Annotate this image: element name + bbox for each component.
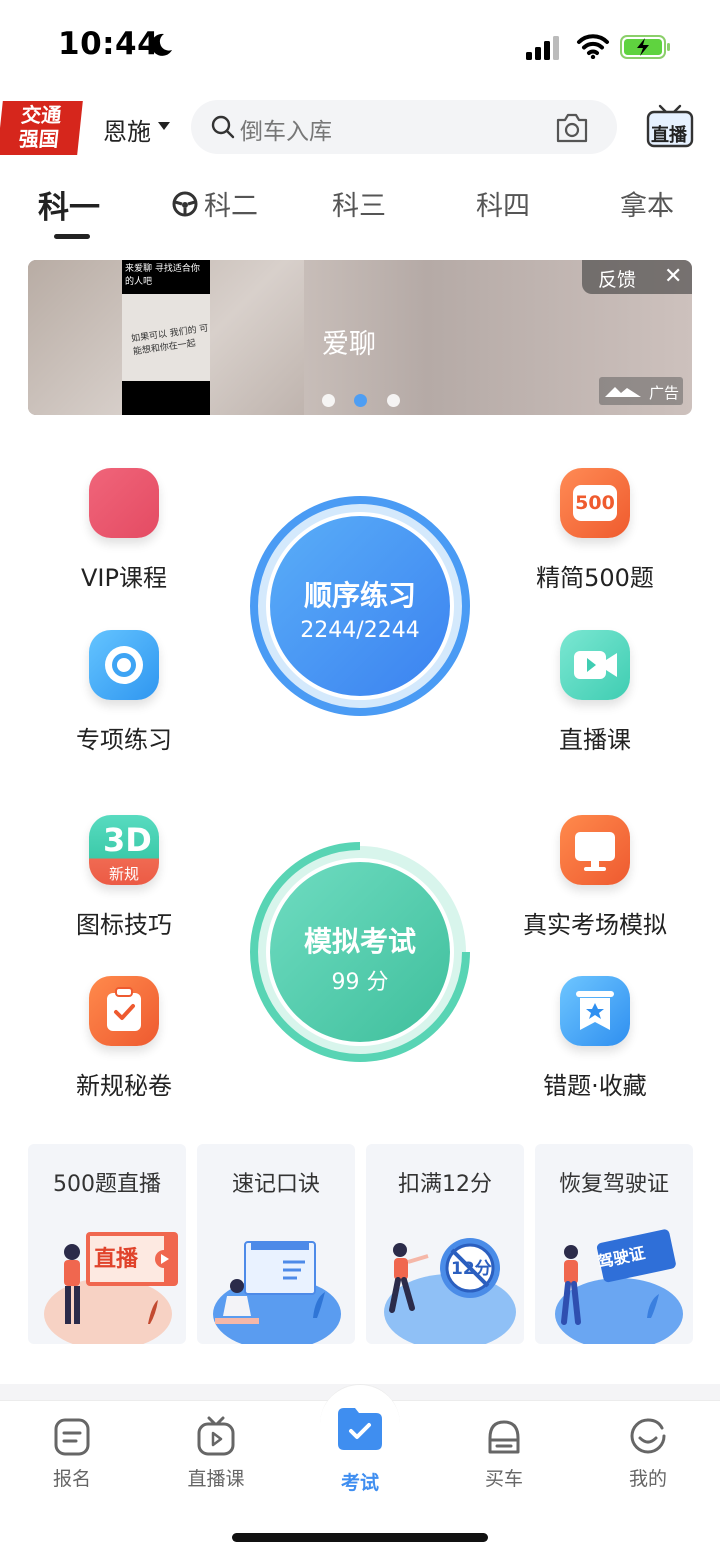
tab-subject-1[interactable]: 科一 [38,182,100,227]
home-indicator [232,1533,488,1542]
vip-course-button[interactable]: VIP课程 [34,468,214,593]
car-icon [488,1420,520,1454]
study-illustration [213,1241,341,1344]
banner-photo: 来爱聊 寻找适合你的人吧 如果可以 我们的 可能想和你在一起 [28,260,304,415]
tab-subject-4[interactable]: 科四 [476,184,530,223]
card-12-points[interactable]: 扣满12分 12分 [366,1144,524,1344]
12-points-illustration [384,1238,516,1344]
card-mnemonic[interactable]: 速记口诀 [197,1144,355,1344]
sign-tips-button[interactable]: 3D 新规 图标技巧 [34,815,214,940]
wrong-favorites-button[interactable]: 错题·收藏 [505,976,685,1101]
live-course-button[interactable]: 直播课 [505,630,685,755]
register-icon [54,1418,90,1456]
practice-title: 顺序练习 [303,579,416,612]
monitor-icon [560,815,630,885]
jingjian-500-button[interactable]: 500 精简500题 [505,468,685,593]
steering-wheel-icon [172,191,198,217]
carousel-dot-2[interactable] [354,394,367,407]
search-input[interactable]: 倒车入库 [240,112,332,146]
app-logo[interactable]: 交通 强国 [0,101,83,155]
license-illustration [555,1229,683,1344]
nav-exam[interactable]: 考试 [305,1404,415,1495]
card-restore-license[interactable]: 恢复驾驶证 驾驶证 [535,1144,693,1344]
real-exam-sim-button[interactable]: 真实考场模拟 [505,815,685,940]
vip-icon [89,468,159,538]
exam-score: 99 分 [331,970,389,995]
banner-inner-image: 来爱聊 寻找适合你的人吧 如果可以 我们的 可能想和你在一起 [122,260,210,415]
tab-subject-2[interactable]: 科二 [204,184,258,223]
carousel-dot-1[interactable] [322,394,335,407]
live-stream-illustration [44,1232,178,1344]
nav-register[interactable]: 报名 [17,1416,127,1491]
profile-smile-icon [630,1418,666,1454]
target-icon [89,630,159,700]
exam-title: 模拟考试 [303,925,416,958]
active-tab-indicator [54,234,90,239]
tab-subject-3[interactable]: 科三 [332,184,386,223]
practice-progress: 2244/2244 [300,618,420,643]
close-icon[interactable]: ✕ [664,264,682,289]
cellular-signal-icon [526,36,559,60]
camera-icon[interactable] [554,112,590,144]
card-500-live[interactable]: 500题直播 直播 [28,1144,186,1344]
nav-live-course[interactable]: 直播课 [161,1416,271,1491]
city-selector[interactable]: 恩施 [103,112,151,147]
ad-tag: 广告 [599,377,683,405]
nav-buy-car[interactable]: 买车 [449,1416,559,1491]
bookmark-star-icon [560,976,630,1046]
ad-banner[interactable]: 来爱聊 寻找适合你的人吧 如果可以 我们的 可能想和你在一起 爱聊 反馈 ✕ 广… [28,260,692,415]
new-rules-paper-button[interactable]: 新规秘卷 [34,976,214,1101]
tab-get-license[interactable]: 拿本 [620,184,674,223]
500-badge-icon: 500 [560,468,630,538]
search-icon [211,115,235,139]
banner-title: 爱聊 [322,329,376,360]
special-practice-button[interactable]: 专项练习 [34,630,214,755]
clipboard-check-icon [89,976,159,1046]
nav-me[interactable]: 我的 [593,1416,703,1491]
ad-logo-icon [605,387,641,397]
tv-icon [197,1416,235,1456]
video-icon [560,630,630,700]
live-button[interactable]: 直播 [646,104,694,148]
caret-down-icon[interactable] [158,122,170,130]
feedback-button[interactable]: 反馈 ✕ [582,260,692,294]
status-time: 10:44 [58,26,160,62]
moon-icon [151,33,172,56]
battery-charging-icon [620,35,670,59]
sign-3d-icon: 3D 新规 [89,815,159,885]
exam-folder-check-icon [338,1408,382,1450]
carousel-dot-3[interactable] [387,394,400,407]
wifi-icon [577,34,609,59]
